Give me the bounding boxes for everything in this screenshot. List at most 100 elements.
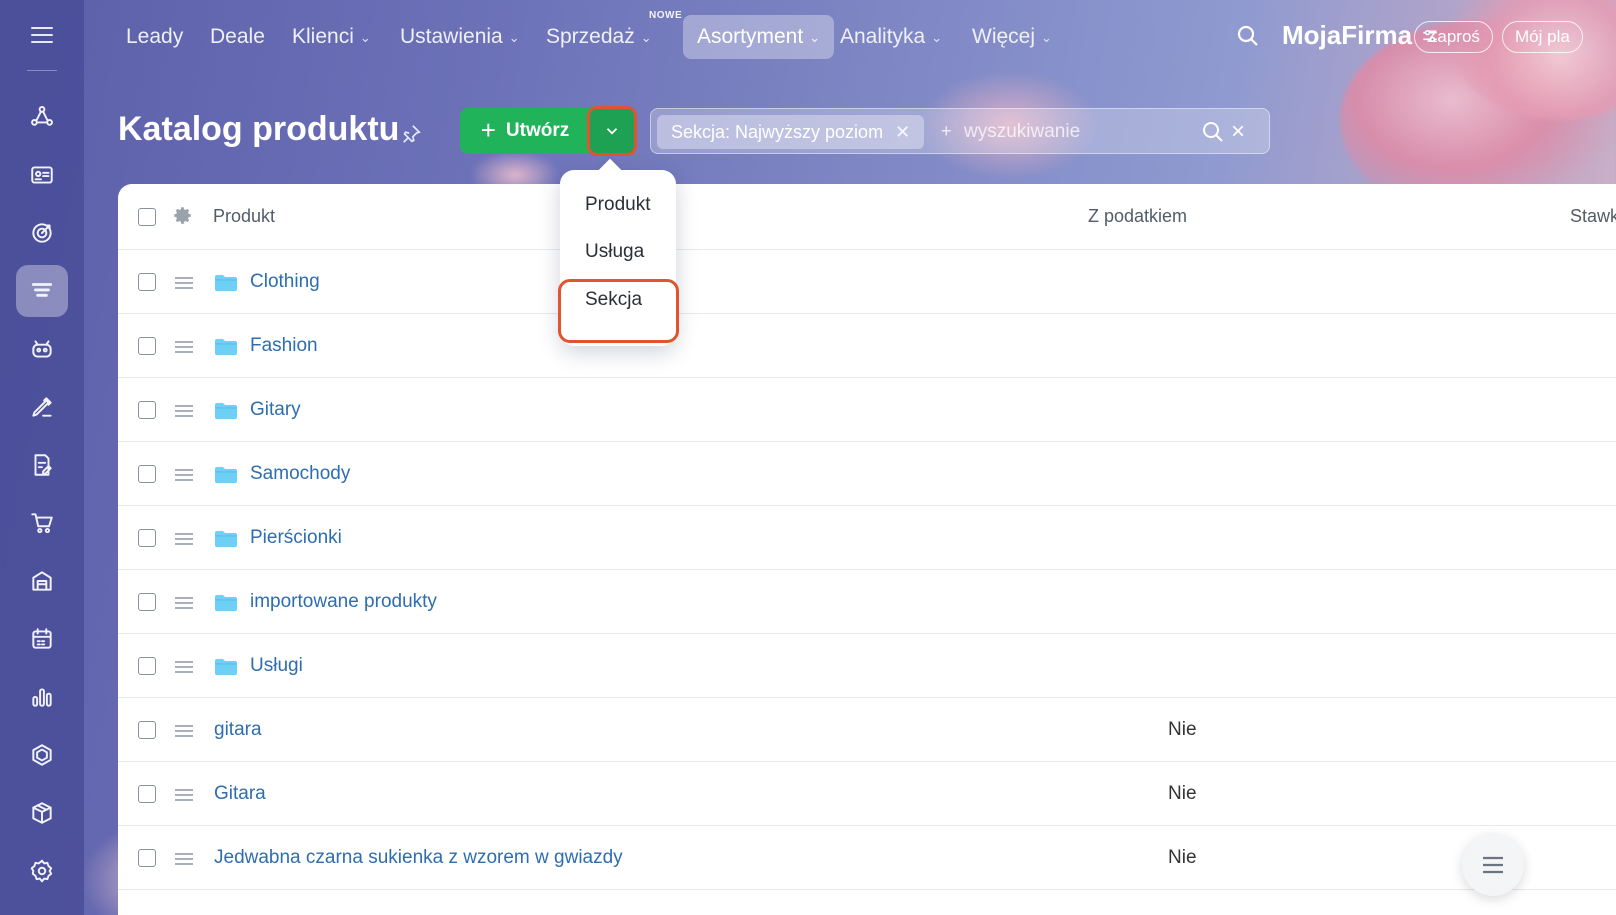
nav-leady[interactable]: Leady [112,15,197,59]
settings-icon[interactable] [16,845,68,897]
table-row[interactable]: Gitary [118,378,1616,442]
hexagon-icon[interactable] [16,729,68,781]
row-checkbox[interactable] [138,529,156,547]
calendar-icon[interactable] [16,613,68,665]
filter-chip-label: Sekcja: Najwyższy poziom [671,121,884,142]
product-link[interactable]: Gitara [214,783,266,805]
section-link[interactable]: importowane produkty [250,591,437,613]
select-all-checkbox[interactable] [138,208,156,226]
drag-handle-icon[interactable] [175,533,193,545]
sign-icon[interactable] [16,381,68,433]
row-checkbox[interactable] [138,849,156,867]
analytics-icon[interactable] [16,671,68,723]
chevron-down-icon: ⌄ [640,30,652,45]
folder-icon [214,338,238,356]
page-title: Katalog produktu [118,110,400,148]
search-input[interactable] [942,115,1192,149]
warehouse-icon[interactable] [16,555,68,607]
column-header-rate[interactable]: Stawk [1570,206,1616,227]
drag-handle-icon[interactable] [175,725,193,737]
drag-handle-icon[interactable] [175,341,193,353]
drag-handle-icon[interactable] [175,789,193,801]
section-link[interactable]: Usługi [250,655,303,677]
table-row[interactable]: Samochody [118,442,1616,506]
table-row[interactable]: Fashion [118,314,1616,378]
menu-icon[interactable] [29,22,55,48]
cart-icon[interactable] [16,497,68,549]
product-link[interactable]: gitara [214,719,262,741]
left-sidebar [0,0,84,915]
row-checkbox[interactable] [138,721,156,739]
drag-handle-icon[interactable] [175,469,193,481]
chevron-down-icon: ⌄ [931,30,943,45]
drag-handle-icon[interactable] [175,661,193,673]
section-link[interactable]: Samochody [250,463,350,485]
create-button[interactable]: + Utwórz [460,108,590,154]
drag-handle-icon[interactable] [175,277,193,289]
my-plan-button[interactable]: Mój pla [1502,21,1583,53]
nav-analityka[interactable]: Analityka ⌄ [826,15,956,59]
menu-item-service[interactable]: Usługa [585,241,644,263]
search-icon[interactable] [1201,120,1225,144]
target-icon[interactable] [16,207,68,259]
nav-deale[interactable]: Deale [196,15,279,59]
section-link[interactable]: Clothing [250,271,320,293]
row-checkbox[interactable] [138,337,156,355]
tax-cell: Nie [1168,783,1197,804]
nav-label: Więcej [972,25,1036,48]
section-link[interactable]: Gitary [250,399,301,421]
drag-handle-icon[interactable] [175,597,193,609]
catalog-icon[interactable] [16,265,68,317]
column-header-with-tax[interactable]: Z podatkiem [1088,206,1187,227]
nav-wiecej[interactable]: Więcej ⌄ [958,15,1066,59]
nav-label: Asortyment [697,25,804,48]
section-link[interactable]: Pierścionki [250,527,342,549]
nav-label: Sprzedaż [546,25,635,48]
highlight-frame [587,106,637,156]
plus-icon: + [480,114,496,145]
table-row[interactable]: Usługi [118,634,1616,698]
nav-klienci[interactable]: Klienci ⌄ [278,15,385,59]
robot-icon[interactable] [16,323,68,375]
box-icon[interactable] [16,787,68,839]
folder-icon [214,274,238,292]
document-icon[interactable] [16,439,68,491]
menu-item-product[interactable]: Produkt [585,194,650,216]
tax-cell: Nie [1168,719,1197,740]
table-row[interactable]: Pierścionki [118,506,1616,570]
row-checkbox[interactable] [138,465,156,483]
drag-handle-icon[interactable] [175,405,193,417]
drag-handle-icon[interactable] [175,853,193,865]
highlight-frame [558,279,679,343]
table-row[interactable]: Jedwabna czarna sukienka z wzorem w gwia… [118,826,1616,890]
row-checkbox[interactable] [138,785,156,803]
gear-icon[interactable] [173,206,193,226]
invite-button[interactable]: Zaproś [1414,21,1493,53]
filter-chip[interactable]: Sekcja: Najwyższy poziom ✕ [657,115,925,149]
contact-card-icon[interactable] [16,149,68,201]
product-link[interactable]: Jedwabna czarna sukienka z wzorem w gwia… [214,847,623,869]
nav-sprzedaz[interactable]: Sprzedaż ⌄ [532,15,666,59]
crm-icon[interactable] [16,91,68,143]
nav-asortyment[interactable]: Asortyment ⌄ [683,15,835,59]
table-row[interactable]: gitara Nie [118,698,1616,762]
table-row[interactable]: Gitara Nie [118,762,1616,826]
nav-ustawienia[interactable]: Ustawienia ⌄ [386,15,534,59]
section-link[interactable]: Fashion [250,335,318,357]
nav-label: Klienci [292,25,354,48]
product-table: Produkt Z podatkiem Stawk Clothing Fashio… [118,184,1616,915]
search-icon[interactable] [1236,24,1260,48]
row-checkbox[interactable] [138,657,156,675]
create-label: Utwórz [505,120,570,141]
list-view-button[interactable] [1462,834,1524,896]
table-row[interactable]: Clothing [118,250,1616,314]
row-checkbox[interactable] [138,593,156,611]
table-row[interactable]: importowane produkty [118,570,1616,634]
close-icon[interactable]: ✕ [895,122,910,143]
clear-icon[interactable]: × [1231,118,1245,146]
row-checkbox[interactable] [138,273,156,291]
pin-icon[interactable] [400,123,422,145]
folder-icon [214,530,238,548]
column-header-product[interactable]: Produkt [213,206,275,227]
row-checkbox[interactable] [138,401,156,419]
